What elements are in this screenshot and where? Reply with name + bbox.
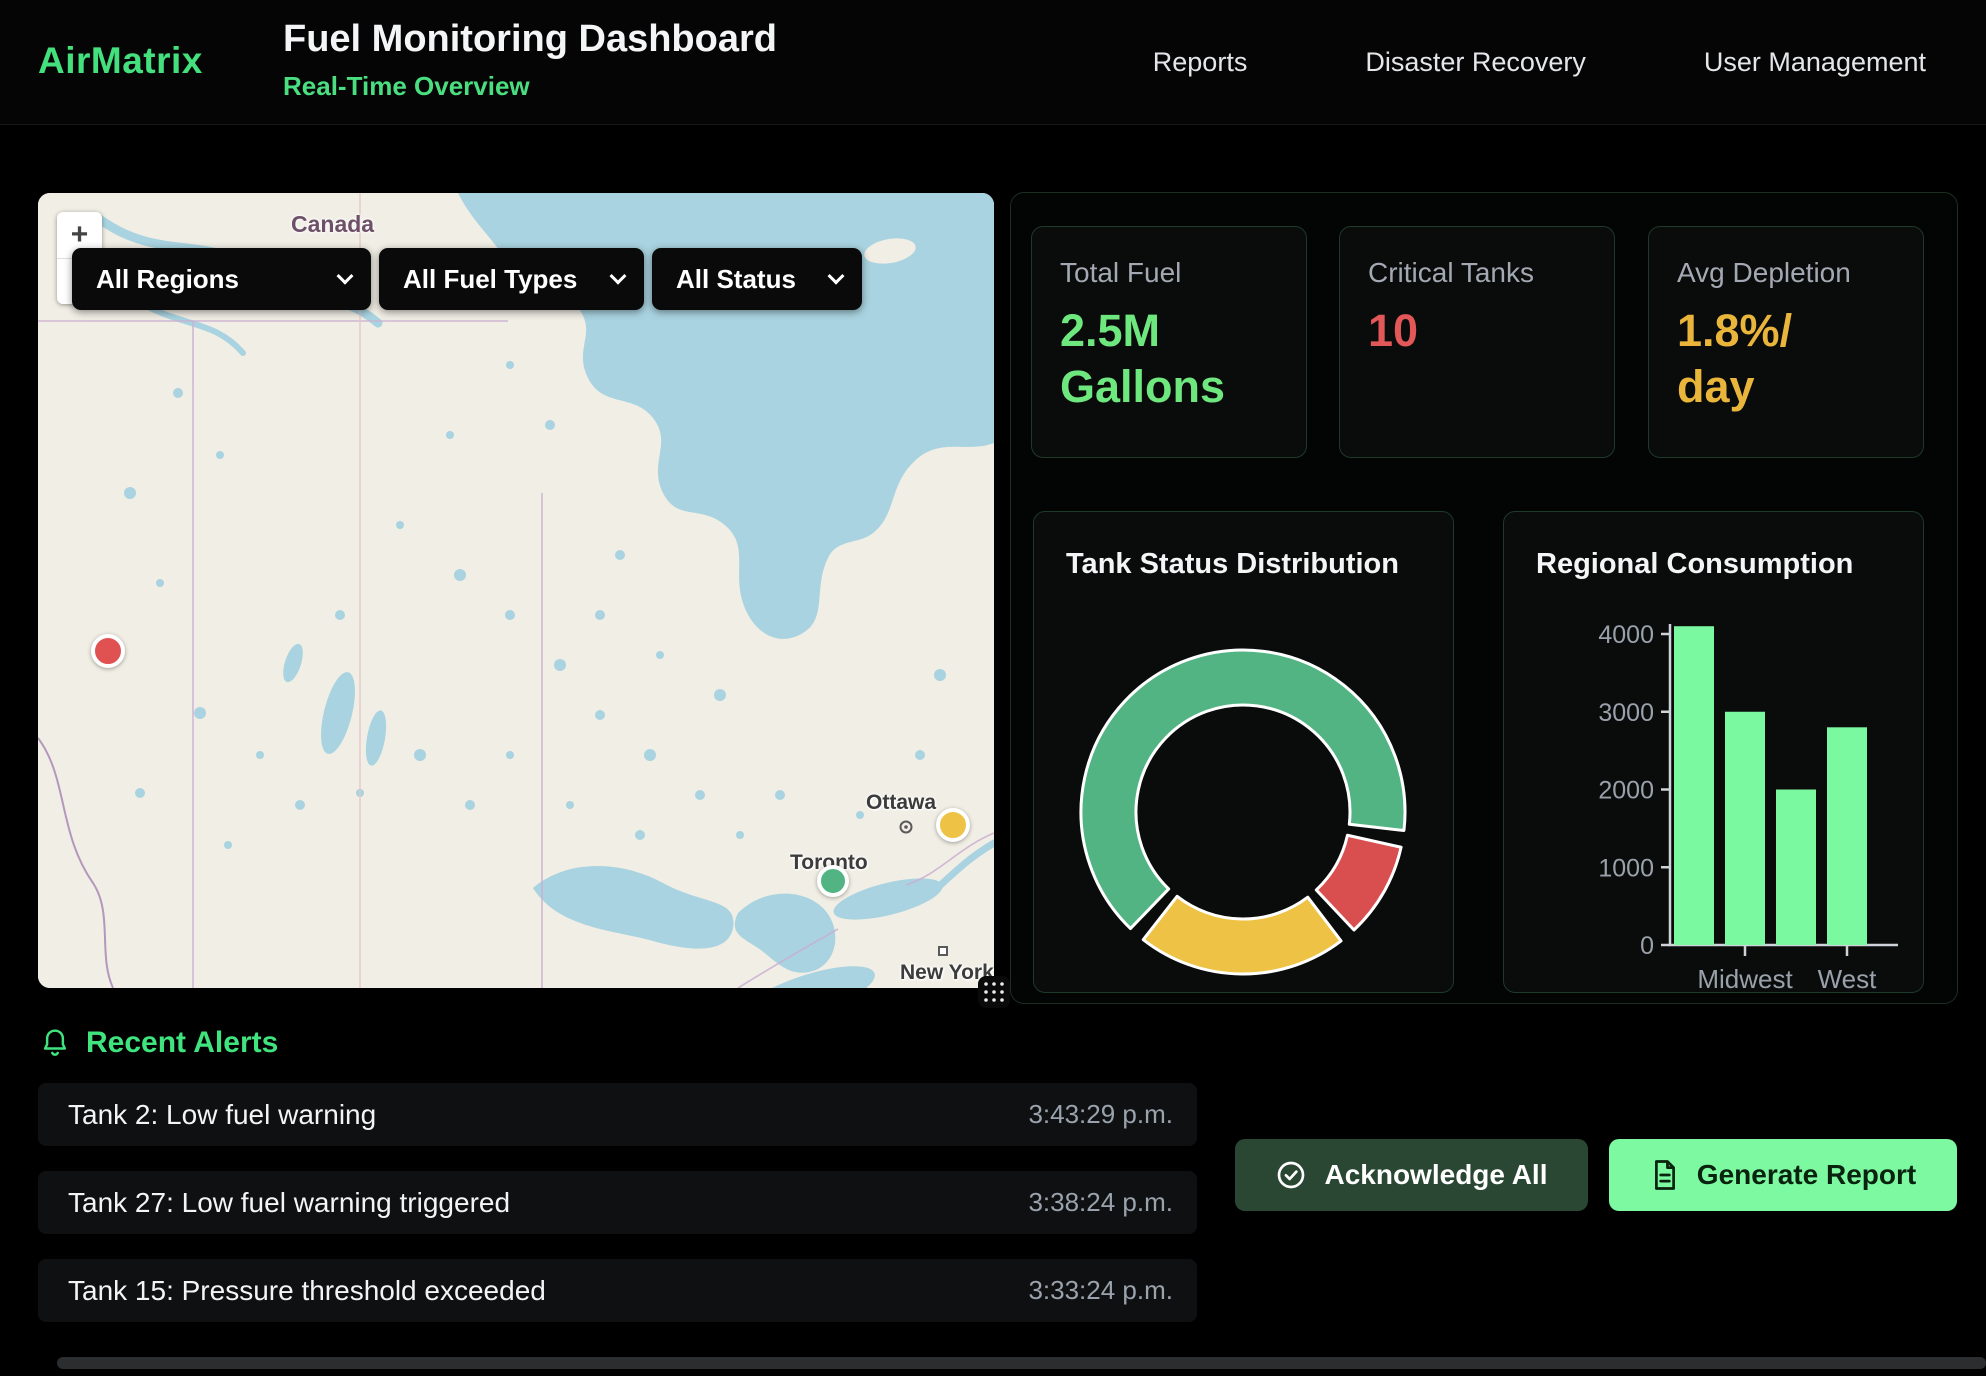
tank-marker-warning[interactable] — [936, 808, 970, 842]
app-logo[interactable]: AirMatrix — [38, 40, 203, 82]
check-circle-icon — [1275, 1159, 1307, 1191]
bell-icon — [40, 1027, 70, 1059]
svg-text:4000: 4000 — [1598, 621, 1654, 649]
alert-message: Tank 27: Low fuel warning triggered — [68, 1187, 510, 1219]
chevron-down-icon — [337, 268, 354, 285]
fuel-type-filter-value: All Fuel Types — [403, 264, 577, 295]
alert-message: Tank 15: Pressure threshold exceeded — [68, 1275, 546, 1307]
alert-row[interactable]: Tank 15: Pressure threshold exceeded 3:3… — [38, 1259, 1197, 1322]
stat-label: Critical Tanks — [1368, 257, 1586, 289]
fuel-type-filter-dropdown[interactable]: All Fuel Types — [379, 248, 644, 310]
nav-reports[interactable]: Reports — [1153, 47, 1248, 78]
alert-time: 3:38:24 p.m. — [1028, 1187, 1173, 1218]
map-filters: All Regions All Fuel Types All Status — [72, 248, 862, 310]
status-filter-value: All Status — [676, 264, 796, 295]
fuel-monitoring-dashboard: AirMatrix Fuel Monitoring Dashboard Real… — [0, 0, 1986, 1376]
map-panel[interactable]: Canada Ottawa Toronto New York + − All R… — [38, 193, 994, 988]
alert-row[interactable]: Tank 27: Low fuel warning triggered 3:38… — [38, 1171, 1197, 1234]
alert-message: Tank 2: Low fuel warning — [68, 1099, 376, 1131]
generate-report-button[interactable]: Generate Report — [1609, 1139, 1957, 1211]
regional-consumption-card: Regional Consumption 0 1000 2000 3000 4000 Mi… — [1503, 511, 1924, 993]
svg-text:0: 0 — [1640, 932, 1654, 960]
svg-text:2000: 2000 — [1598, 777, 1654, 805]
map-city-label-ottawa: Ottawa — [866, 791, 936, 815]
chevron-down-icon — [828, 268, 845, 285]
page-title: Fuel Monitoring Dashboard — [283, 18, 777, 61]
chart-title: Regional Consumption — [1536, 548, 1853, 581]
map-country-label: Canada — [291, 211, 374, 238]
acknowledge-all-button[interactable]: Acknowledge All — [1235, 1139, 1588, 1211]
overview-panel: Total Fuel 2.5MGallons Critical Tanks 10… — [1010, 192, 1958, 1004]
svg-text:West: West — [1818, 964, 1878, 992]
title-block: Fuel Monitoring Dashboard Real-Time Over… — [283, 18, 777, 102]
main-nav: Reports Disaster Recovery User Managemen… — [1153, 0, 1926, 125]
stat-value: 1.8%/day — [1677, 303, 1895, 415]
nav-user-management[interactable]: User Management — [1704, 47, 1926, 78]
map-resize-handle-icon[interactable] — [978, 976, 1010, 1008]
stat-value: 10 — [1368, 303, 1586, 359]
recent-alerts-header: Recent Alerts — [40, 1026, 278, 1060]
stat-card-critical-tanks: Critical Tanks 10 — [1339, 226, 1615, 458]
regional-consumption-bar-chart: 0 1000 2000 3000 4000 Midwest West — [1504, 512, 1923, 992]
status-filter-dropdown[interactable]: All Status — [652, 248, 862, 310]
svg-text:3000: 3000 — [1598, 699, 1654, 727]
stat-card-avg-depletion: Avg Depletion 1.8%/day — [1648, 226, 1924, 458]
tank-marker-critical[interactable] — [91, 634, 125, 668]
alert-time: 3:43:29 p.m. — [1028, 1099, 1173, 1130]
stat-label: Avg Depletion — [1677, 257, 1895, 289]
alert-time: 3:33:24 p.m. — [1028, 1275, 1173, 1306]
tank-status-donut-chart — [1034, 512, 1453, 992]
stat-card-total-fuel: Total Fuel 2.5MGallons — [1031, 226, 1307, 458]
chart-title: Tank Status Distribution — [1066, 548, 1399, 581]
stat-label: Total Fuel — [1060, 257, 1278, 289]
chevron-down-icon — [610, 268, 627, 285]
header: AirMatrix Fuel Monitoring Dashboard Real… — [0, 0, 1986, 125]
alert-row[interactable]: Tank 2: Low fuel warning 3:43:29 p.m. — [38, 1083, 1197, 1146]
horizontal-scrollbar[interactable] — [57, 1357, 1986, 1369]
stat-value: 2.5MGallons — [1060, 303, 1278, 415]
tank-status-distribution-card: Tank Status Distribution — [1033, 511, 1454, 993]
recent-alerts-title: Recent Alerts — [86, 1026, 278, 1060]
region-filter-value: All Regions — [96, 264, 239, 295]
acknowledge-all-label: Acknowledge All — [1324, 1159, 1547, 1191]
nav-disaster-recovery[interactable]: Disaster Recovery — [1365, 47, 1586, 78]
region-filter-dropdown[interactable]: All Regions — [72, 248, 371, 310]
page-subtitle: Real-Time Overview — [283, 71, 777, 102]
document-icon — [1650, 1159, 1680, 1191]
generate-report-label: Generate Report — [1697, 1159, 1916, 1191]
tank-marker-normal[interactable] — [817, 865, 849, 897]
svg-text:1000: 1000 — [1598, 854, 1654, 882]
svg-text:Midwest: Midwest — [1697, 964, 1793, 992]
